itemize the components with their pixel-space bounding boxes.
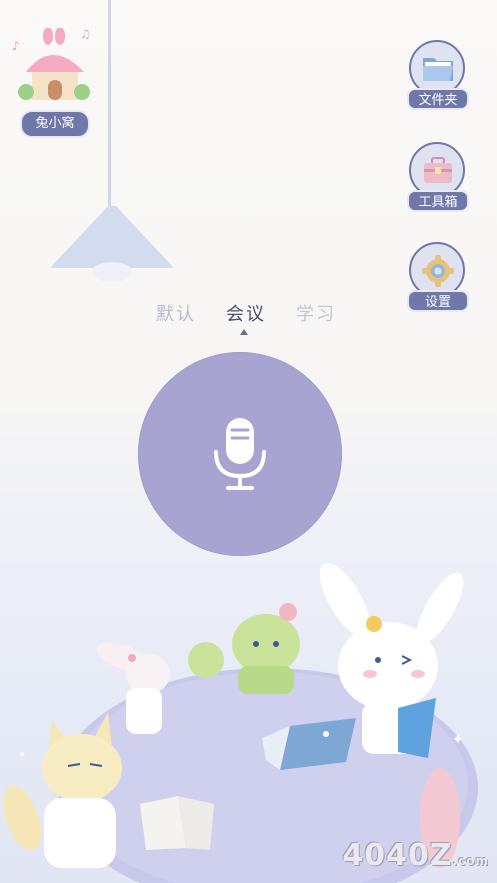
settings-button[interactable]: 设置 [407, 242, 469, 318]
tab-selected-indicator [240, 329, 248, 335]
svg-text:✦: ✦ [452, 732, 464, 748]
watermark-suffix: .com [452, 854, 489, 868]
house-icon: ♪ ♫ [12, 28, 91, 100]
svg-text:♫: ♫ [80, 28, 91, 41]
settings-label: 设置 [407, 290, 469, 312]
folder-label: 文件夹 [407, 88, 469, 110]
home-button[interactable]: ♪ ♫ 兔小窝 [12, 28, 96, 138]
home-label: 兔小窝 [20, 110, 90, 138]
toolbox-label: 工具箱 [407, 190, 469, 212]
folder-icon [423, 58, 453, 81]
lamp-cord [108, 0, 111, 212]
toolbox-button[interactable]: 工具箱 [407, 142, 469, 218]
gear-icon [422, 255, 454, 287]
watermark-text: 4040Z [342, 838, 453, 873]
watermark: 4040Z.com [342, 838, 489, 873]
microphone-icon [214, 418, 266, 490]
animals-table-illustration: ✦ ✦ [2, 562, 478, 883]
mode-tabs: 默认 会议 学习 [150, 300, 350, 330]
tab-default[interactable]: 默认 [156, 300, 196, 326]
svg-text:✦: ✦ [18, 750, 26, 761]
record-button[interactable] [138, 352, 342, 556]
toolbox-icon [424, 157, 452, 183]
lamp-illustration [50, 206, 174, 282]
tab-meeting[interactable]: 会议 [226, 300, 266, 326]
tab-study[interactable]: 学习 [296, 300, 336, 326]
svg-text:♪: ♪ [12, 39, 20, 53]
folder-button[interactable]: 文件夹 [407, 40, 469, 116]
